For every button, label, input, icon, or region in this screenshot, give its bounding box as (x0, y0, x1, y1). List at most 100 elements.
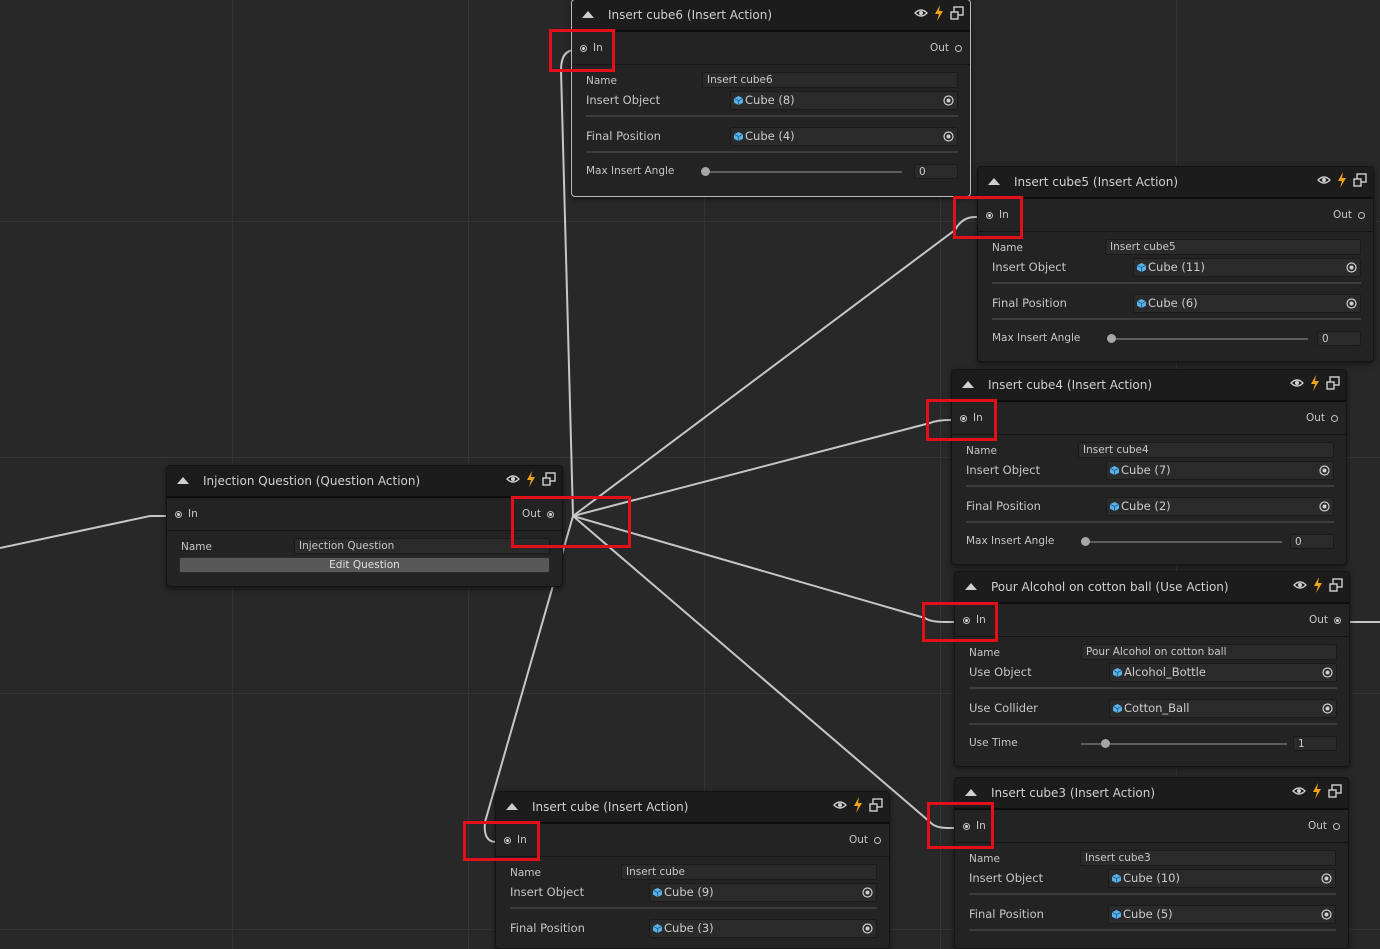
angle-number-field[interactable]: 0 (914, 164, 958, 179)
name-field[interactable]: Insert cube4 (1078, 442, 1334, 458)
out-port-dot[interactable] (1331, 414, 1338, 422)
object-picker-icon[interactable] (862, 923, 873, 934)
eye-icon[interactable] (1290, 378, 1304, 388)
use-time-number-field[interactable]: 1 (1293, 736, 1337, 751)
out-port-dot[interactable] (955, 44, 962, 52)
node-injection-question[interactable]: Injection Question (Question Action) In … (166, 465, 563, 587)
node-header[interactable]: Insert cube4 (Insert Action) (952, 370, 1346, 402)
object-picker-icon[interactable] (1322, 703, 1333, 714)
out-port[interactable]: Out (1309, 614, 1341, 626)
node-pour-alcohol[interactable]: Pour Alcohol on cotton ball (Use Action)… (954, 571, 1350, 767)
in-port[interactable]: In (175, 508, 198, 520)
object-picker-icon[interactable] (1321, 873, 1332, 884)
final-position-field[interactable]: Cube (5) (1108, 905, 1336, 924)
lightning-icon[interactable] (853, 797, 863, 813)
name-field[interactable]: Pour Alcohol on cotton ball (1081, 644, 1337, 660)
lightning-icon[interactable] (526, 471, 536, 487)
name-field[interactable]: Insert cube (621, 864, 877, 880)
window-icon[interactable] (950, 6, 964, 20)
eye-icon[interactable] (1317, 175, 1331, 185)
object-picker-icon[interactable] (943, 131, 954, 142)
out-port[interactable]: Out (1333, 209, 1365, 221)
object-picker-icon[interactable] (1321, 909, 1332, 920)
insert-object-field[interactable]: Cube (10) (1108, 869, 1336, 888)
window-icon[interactable] (869, 798, 883, 812)
object-picker-icon[interactable] (1346, 262, 1357, 273)
collapse-triangle-icon[interactable] (965, 789, 977, 796)
angle-slider-knob[interactable] (1081, 537, 1090, 546)
node-header[interactable]: Insert cube3 (Insert Action) (955, 778, 1348, 810)
out-port[interactable]: Out (1308, 820, 1340, 832)
out-port-dot[interactable] (1358, 211, 1365, 219)
collapse-triangle-icon[interactable] (177, 477, 189, 484)
use-time-slider-track[interactable] (1081, 743, 1287, 745)
collapse-triangle-icon[interactable] (965, 583, 977, 590)
angle-slider-track[interactable] (1108, 338, 1308, 340)
object-picker-icon[interactable] (1322, 667, 1333, 678)
node-insert-cube[interactable]: Insert cube (Insert Action) In Out Name I… (495, 791, 890, 949)
eye-icon[interactable] (1292, 786, 1306, 796)
lightning-icon[interactable] (1337, 172, 1347, 188)
object-picker-icon[interactable] (1346, 298, 1357, 309)
node-insert-cube6[interactable]: Insert cube6 (Insert Action) In Out Name… (571, 0, 971, 197)
object-picker-icon[interactable] (1319, 465, 1330, 476)
object-picker-icon[interactable] (1319, 501, 1330, 512)
eye-icon[interactable] (914, 8, 928, 18)
node-header[interactable]: Insert cube6 (Insert Action) (572, 0, 970, 32)
object-picker-icon[interactable] (862, 887, 873, 898)
out-port[interactable]: Out (1306, 412, 1338, 424)
final-position-value: Cube (5) (1123, 907, 1173, 921)
angle-number-field[interactable]: 0 (1290, 534, 1334, 549)
use-object-field[interactable]: Alcohol_Bottle (1109, 663, 1337, 682)
insert-object-field[interactable]: Cube (11) (1133, 258, 1361, 277)
angle-number-field[interactable]: 0 (1317, 331, 1361, 346)
out-port-dot[interactable] (874, 836, 881, 844)
insert-object-field[interactable]: Cube (7) (1106, 461, 1334, 480)
angle-slider-track[interactable] (1082, 541, 1282, 543)
edit-question-button[interactable]: Edit Question (179, 557, 550, 573)
node-insert-cube5[interactable]: Insert cube5 (Insert Action) In Out Name… (977, 166, 1374, 362)
eye-icon[interactable] (1293, 580, 1307, 590)
node-header[interactable]: Insert cube (Insert Action) (496, 792, 889, 824)
node-header[interactable]: Injection Question (Question Action) (167, 466, 562, 498)
node-header[interactable]: Insert cube5 (Insert Action) (978, 167, 1373, 199)
window-icon[interactable] (1326, 376, 1340, 390)
angle-slider-track[interactable] (702, 171, 902, 173)
node-insert-cube4[interactable]: Insert cube4 (Insert Action) In Out Name… (951, 369, 1347, 565)
final-position-field[interactable]: Cube (6) (1133, 294, 1361, 313)
lightning-icon[interactable] (1313, 577, 1323, 593)
collapse-triangle-icon[interactable] (988, 178, 1000, 185)
name-field[interactable]: Insert cube3 (1080, 850, 1336, 866)
collapse-triangle-icon[interactable] (506, 803, 518, 810)
angle-slider-knob[interactable] (1107, 334, 1116, 343)
insert-object-field[interactable]: Cube (9) (649, 883, 877, 902)
angle-slider-knob[interactable] (701, 167, 710, 176)
window-icon[interactable] (1328, 784, 1342, 798)
use-collider-field[interactable]: Cotton_Ball (1109, 699, 1337, 718)
out-port[interactable]: Out (930, 42, 962, 54)
final-position-field[interactable]: Cube (4) (730, 127, 958, 146)
use-time-slider-knob[interactable] (1101, 739, 1110, 748)
in-port-dot[interactable] (175, 510, 182, 518)
out-port-dot[interactable] (1334, 616, 1341, 624)
eye-icon[interactable] (833, 800, 847, 810)
name-field[interactable]: Insert cube5 (1105, 239, 1361, 255)
collapse-triangle-icon[interactable] (962, 381, 974, 388)
window-icon[interactable] (542, 472, 556, 486)
eye-icon[interactable] (506, 474, 520, 484)
insert-object-field[interactable]: Cube (8) (730, 91, 958, 110)
node-insert-cube3[interactable]: Insert cube3 (Insert Action) In Out Name… (954, 777, 1349, 949)
final-position-field[interactable]: Cube (2) (1106, 497, 1334, 516)
lightning-icon[interactable] (1312, 783, 1322, 799)
name-field[interactable]: Insert cube6 (702, 72, 958, 88)
lightning-icon[interactable] (1310, 375, 1320, 391)
object-picker-icon[interactable] (943, 95, 954, 106)
out-port-dot[interactable] (1333, 822, 1340, 830)
lightning-icon[interactable] (934, 5, 944, 21)
final-position-field[interactable]: Cube (3) (649, 919, 877, 938)
collapse-triangle-icon[interactable] (582, 11, 594, 18)
out-port[interactable]: Out (849, 834, 881, 846)
window-icon[interactable] (1353, 173, 1367, 187)
node-header[interactable]: Pour Alcohol on cotton ball (Use Action) (955, 572, 1349, 604)
window-icon[interactable] (1329, 578, 1343, 592)
